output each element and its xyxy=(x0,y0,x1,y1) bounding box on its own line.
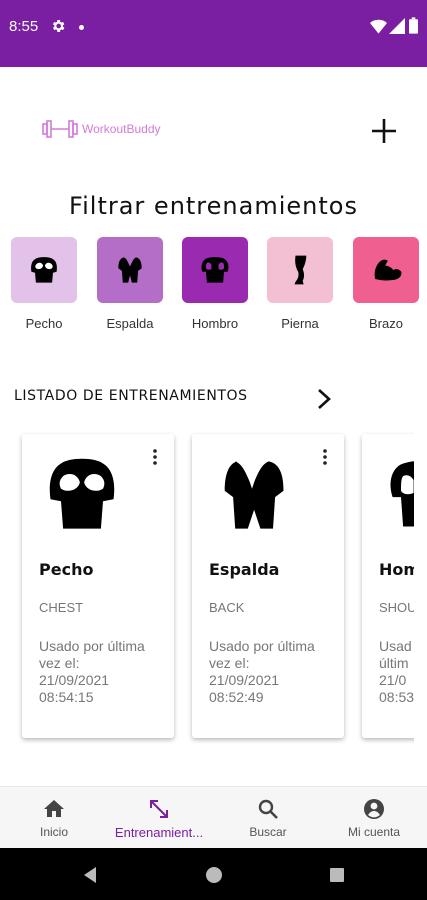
card-last-used-date: 21/0 08:53 xyxy=(379,672,414,705)
signal-icon xyxy=(389,18,405,34)
nav-label: Entrenamient... xyxy=(114,825,204,840)
status-time: 8:55 xyxy=(9,18,39,35)
back-icon xyxy=(224,461,284,529)
workout-card-list[interactable]: Pecho CHEST Usado por última vez el: 21/… xyxy=(0,430,414,750)
more-vert-icon[interactable] xyxy=(148,448,162,466)
card-subtitle: CHEST xyxy=(39,600,84,615)
shoulder-icon xyxy=(390,461,414,527)
dumbbell-icon xyxy=(42,120,78,138)
nav-item-search[interactable]: Buscar xyxy=(228,787,308,849)
nav-label: Mi cuenta xyxy=(347,825,401,839)
workout-card[interactable]: Hom SHOU Usad últim 21/0 08:53 xyxy=(362,434,414,738)
plus-icon[interactable] xyxy=(368,115,400,147)
workout-card[interactable]: Pecho CHEST Usado por última vez el: 21/… xyxy=(22,434,174,738)
logo-text: WorkoutBuddy xyxy=(82,122,161,136)
list-title: LISTADO DE ENTRENAMIENTOS xyxy=(14,388,248,404)
filter-chip-label: Espalda xyxy=(106,316,154,331)
leg-icon xyxy=(294,255,307,285)
nav-item-account[interactable]: Mi cuenta xyxy=(334,787,414,849)
more-vert-icon[interactable] xyxy=(318,448,332,466)
nav-label: Inicio xyxy=(39,825,68,839)
card-last-used-label: Usad últim xyxy=(379,638,412,671)
bottom-navigation: Inicio Entrenamient... Buscar Mi cuenta xyxy=(0,786,427,848)
filter-chip-label: Pecho xyxy=(25,316,63,331)
filter-chip-leg[interactable] xyxy=(267,237,333,303)
shoulder-icon xyxy=(201,257,229,283)
account-icon xyxy=(364,799,384,819)
card-last-used-date: 21/09/2021 08:54:15 xyxy=(39,672,110,705)
wifi-icon xyxy=(370,19,387,34)
filter-chip-label: Pierna xyxy=(281,316,319,331)
chest-icon xyxy=(31,257,57,283)
status-bar: 8:55 xyxy=(0,0,427,67)
recents-square-icon[interactable] xyxy=(329,867,345,883)
arm-icon xyxy=(374,259,402,281)
system-navigation-bar xyxy=(0,848,427,900)
card-last-used-label: Usado por última vez el: xyxy=(209,638,315,671)
filter-title: Filtrar entrenamientos xyxy=(69,192,358,220)
filter-chip-label: Hombro xyxy=(191,316,239,331)
arrows-expand-icon xyxy=(150,800,168,818)
gear-icon xyxy=(52,20,65,32)
notification-dot-icon xyxy=(79,25,84,30)
card-title: Hom xyxy=(379,560,414,579)
search-icon xyxy=(258,799,278,819)
card-last-used-date: 21/09/2021 08:52:49 xyxy=(209,672,280,705)
card-title: Espalda xyxy=(209,560,280,579)
filter-chip-shoulder[interactable] xyxy=(182,237,248,303)
card-last-used-label: Usado por última vez el: xyxy=(39,638,145,671)
back-triangle-icon[interactable] xyxy=(82,866,98,884)
nav-item-home[interactable]: Inicio xyxy=(14,787,94,849)
home-circle-icon[interactable] xyxy=(205,866,223,884)
app-logo: WorkoutBuddy xyxy=(42,118,161,140)
nav-item-workouts[interactable]: Entrenamient... xyxy=(104,787,214,849)
workout-card[interactable]: Espalda BACK Usado por última vez el: 21… xyxy=(192,434,344,738)
card-subtitle: BACK xyxy=(209,600,245,615)
filter-chip-back[interactable] xyxy=(97,237,163,303)
card-title: Pecho xyxy=(39,560,94,579)
home-icon xyxy=(44,800,64,817)
chevron-right-icon[interactable] xyxy=(314,386,336,412)
back-icon xyxy=(118,257,142,283)
filter-chip-chest[interactable] xyxy=(11,237,77,303)
nav-label: Buscar xyxy=(249,825,287,839)
battery-icon xyxy=(409,17,418,34)
chest-icon xyxy=(49,458,115,529)
filter-chip-arm[interactable] xyxy=(353,237,419,303)
card-subtitle: SHOU xyxy=(379,600,414,615)
filter-chip-label: Brazo xyxy=(369,316,403,331)
